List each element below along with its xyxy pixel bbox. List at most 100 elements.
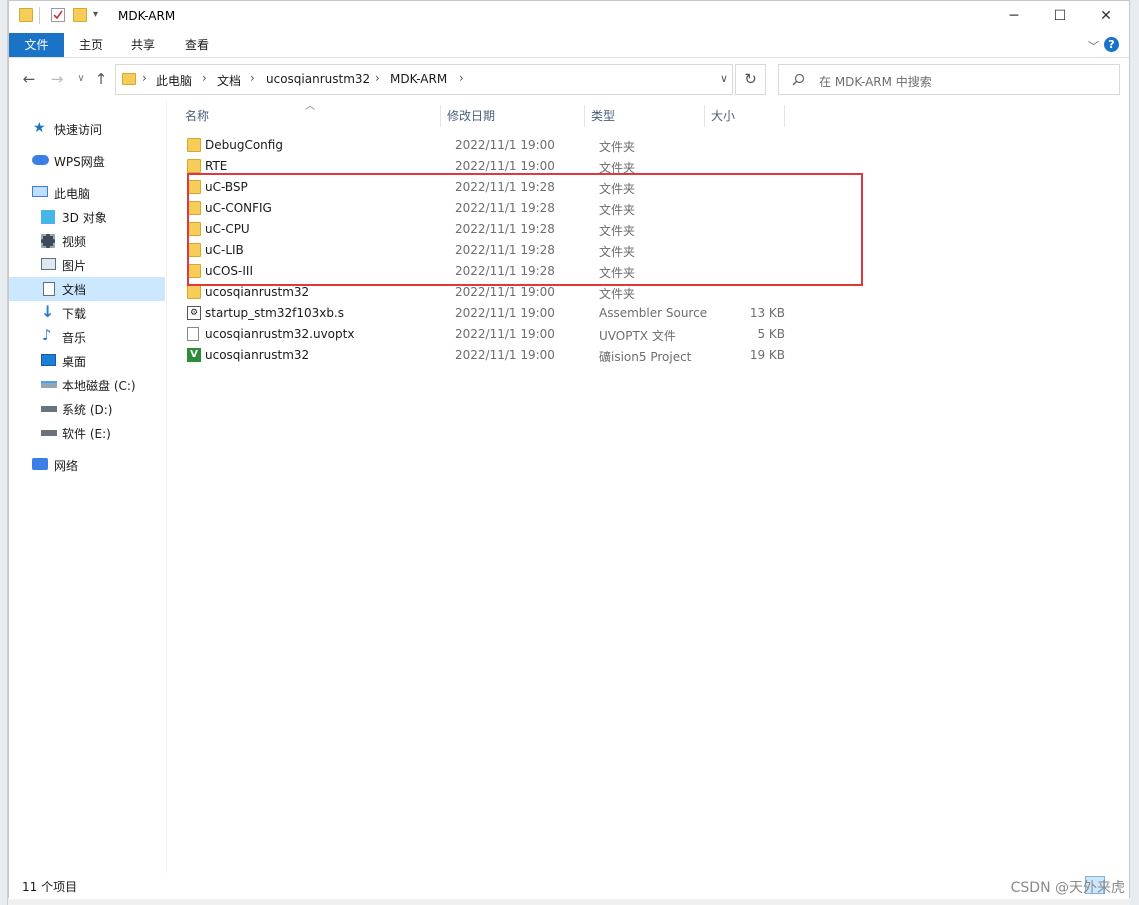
file-name: ucosqianrustm32.uvoptx [205,327,355,341]
recent-locations-chevron-icon[interactable]: ∨ [71,69,91,89]
breadcrumb-project[interactable]: ucosqianrustm32 [266,72,370,86]
sidebar-item-label: 此电脑 [54,187,91,201]
breadcrumb-separator: › [250,71,255,85]
title-bar: ▾ MDK-ARM ─ ☐ ✕ [9,1,1129,31]
forward-arrow-icon[interactable]: → [47,69,67,89]
column-header-name[interactable]: 名称 [185,107,209,129]
sidebar-item-3d-objects[interactable]: 3D 对象 [9,205,165,229]
divider [39,7,40,24]
sidebar-item-drive-d[interactable]: 系统 (D:) [9,397,165,421]
sidebar-item-quick-access[interactable]: ★ 快速访问 [9,117,165,141]
sidebar-item-label: 本地磁盘 (C:) [62,379,136,393]
column-divider[interactable] [704,105,705,127]
address-dropdown-icon[interactable]: ∨ [720,72,728,85]
table-row[interactable]: uC-CONFIG 2022/11/1 19:28 文件夹 [183,198,803,219]
column-divider[interactable] [784,105,785,127]
sidebar-item-desktop[interactable]: 桌面 [9,349,165,373]
folder-icon [187,201,201,215]
maximize-button[interactable]: ☐ [1037,1,1083,31]
desktop-icon [41,354,56,366]
file-name: uC-CPU [205,222,250,236]
column-header-type[interactable]: 类型 [591,107,615,129]
table-row[interactable]: ⚙ startup_stm32f103xb.s 2022/11/1 19:00 … [183,303,803,324]
sidebar-item-this-pc[interactable]: 此电脑 [9,181,165,205]
cloud-icon [32,155,49,165]
file-explorer-window: ▾ MDK-ARM ─ ☐ ✕ 文件 主页 共享 查看 ﹀ ? ← → ∨ ↑ … [8,0,1130,899]
sidebar-item-label: WPS网盘 [54,155,105,169]
column-header-size[interactable]: 大小 [711,107,735,129]
file-list: ︿ 名称 修改日期 类型 大小 DebugConfig 2022/11/1 19… [167,101,1129,873]
column-divider[interactable] [584,105,585,127]
file-type: 文件夹 [599,161,636,175]
file-date: 2022/11/1 19:00 [455,159,555,173]
close-button[interactable]: ✕ [1083,1,1129,31]
sidebar-item-documents[interactable]: 文档 [9,277,165,301]
back-arrow-icon[interactable]: ← [19,69,39,89]
background-window-edge-right [1130,0,1139,905]
table-row[interactable]: V ucosqianrustm32 2022/11/1 19:00 礦ision… [183,345,803,366]
breadcrumb-documents[interactable]: 文档 [217,72,241,89]
sidebar-item-wps-drive[interactable]: WPS网盘 [9,149,165,173]
table-row[interactable]: RTE 2022/11/1 19:00 文件夹 [183,156,803,177]
download-icon: ↓ [41,302,55,321]
table-row[interactable]: uC-BSP 2022/11/1 19:28 文件夹 [183,177,803,198]
refresh-button[interactable]: ↻ [735,64,766,95]
file-date: 2022/11/1 19:00 [455,285,555,299]
folder-icon [187,285,201,299]
search-input[interactable]: 在 MDK-ARM 中搜索 [778,64,1120,95]
table-row[interactable]: uCOS-III 2022/11/1 19:28 文件夹 [183,261,803,282]
breadcrumb-this-pc[interactable]: 此电脑 [156,72,192,89]
table-row[interactable]: DebugConfig 2022/11/1 19:00 文件夹 [183,135,803,156]
expand-ribbon-icon[interactable]: ﹀ [1088,38,1099,54]
file-type: 文件夹 [599,287,636,301]
folder-icon [187,264,201,278]
tab-home[interactable]: 主页 [65,33,117,57]
column-header-date[interactable]: 修改日期 [447,107,495,129]
file-date: 2022/11/1 19:00 [455,138,555,152]
sidebar-item-network[interactable]: 网络 [9,453,165,477]
new-folder-icon[interactable] [73,8,87,22]
file-type: 礦ision5 Project [599,350,692,364]
up-arrow-icon[interactable]: ↑ [91,69,111,89]
file-name: uC-CONFIG [205,201,272,215]
quick-access-dropdown-icon[interactable]: ▾ [93,9,98,20]
tab-share[interactable]: 共享 [117,33,169,57]
file-type: 文件夹 [599,266,636,280]
minimize-button[interactable]: ─ [991,1,1037,31]
search-placeholder: 在 MDK-ARM 中搜索 [819,75,932,89]
sidebar-item-videos[interactable]: 视频 [9,229,165,253]
table-row[interactable]: uC-LIB 2022/11/1 19:28 文件夹 [183,240,803,261]
sidebar-item-downloads[interactable]: ↓ 下载 [9,301,165,325]
keil-project-icon: V [187,348,201,362]
sidebar-item-label: 视频 [62,235,87,249]
file-size: 13 KB [749,306,785,320]
breadcrumb-separator: › [459,71,464,85]
drive-icon [41,430,57,436]
file-date: 2022/11/1 19:00 [455,327,555,341]
sidebar-item-label: 网络 [54,459,79,473]
search-icon [792,73,805,86]
sidebar-item-label: 音乐 [62,331,87,345]
file-name: uC-LIB [205,243,244,257]
address-bar[interactable]: › 此电脑 › 文档 › ucosqianrustm32 › MDK-ARM ›… [115,64,733,95]
file-type: UVOPTX 文件 [599,329,676,343]
ribbon-tabs: 文件 主页 共享 查看 ﹀ ? [9,31,1129,58]
help-icon[interactable]: ? [1104,37,1119,52]
column-divider[interactable] [440,105,441,127]
table-row[interactable]: ucosqianrustm32 2022/11/1 19:00 文件夹 [183,282,803,303]
folder-icon [187,180,201,194]
tab-view[interactable]: 查看 [171,33,223,57]
computer-icon [32,186,48,197]
breadcrumb-mdk-arm[interactable]: MDK-ARM [390,72,447,86]
sidebar-item-drive-e[interactable]: 软件 (E:) [9,421,165,445]
table-row[interactable]: uC-CPU 2022/11/1 19:28 文件夹 [183,219,803,240]
sidebar-item-music[interactable]: ♪ 音乐 [9,325,165,349]
sidebar-item-drive-c[interactable]: 本地磁盘 (C:) [9,373,165,397]
file-date: 2022/11/1 19:00 [455,306,555,320]
breadcrumb-separator: › [142,71,147,85]
sidebar-item-label: 软件 (E:) [62,427,111,441]
tab-file[interactable]: 文件 [9,33,64,57]
sidebar-item-pictures[interactable]: 图片 [9,253,165,277]
table-row[interactable]: ucosqianrustm32.uvoptx 2022/11/1 19:00 U… [183,324,803,345]
properties-icon[interactable] [51,8,65,22]
